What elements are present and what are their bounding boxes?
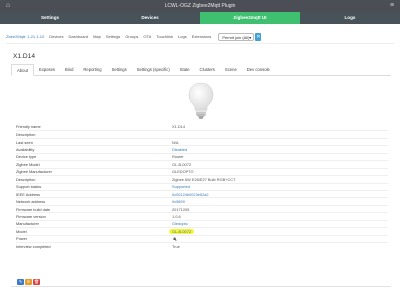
property-key: Firmware build date: [16, 206, 51, 212]
remove-button[interactable]: 🗑: [33, 279, 40, 285]
z2m-toolbar: Zbee2Mqtt: 1.21.1-10 Devices Dashboard M…: [6, 30, 394, 44]
window-titlebar: ⌂ LCWL-OGZ Zigbee2Mqtt Plugin ≡: [0, 0, 400, 12]
chevron-down-icon: ▾: [249, 34, 252, 40]
property-value: GLEDOPTO: [172, 169, 194, 175]
edit-button[interactable]: ✎: [17, 279, 24, 285]
tab-settings[interactable]: Settings: [107, 64, 132, 75]
property-key: Last seen: [16, 139, 33, 145]
property-key: Interview completed: [16, 243, 51, 249]
property-key: Power: [16, 236, 28, 242]
toolbar-link-logs[interactable]: Logs: [178, 34, 187, 39]
permit-join-select-value: Permit join (All): [222, 34, 250, 40]
property-value: 20171205: [172, 206, 190, 212]
z2m-brand-link[interactable]: Zbee2Mqtt: 1.21.1-10: [6, 34, 44, 39]
device-properties-table: Friendly name X1.D14 Description Last se…: [16, 123, 388, 249]
property-value: True: [172, 243, 180, 249]
property-row: Network address 0x5899: [16, 197, 388, 204]
window-title: LCWL-OGZ Zigbee2Mqtt Plugin: [164, 3, 236, 9]
device-actions: ✎ ⟳ 🗑: [17, 279, 40, 285]
property-row: Device type Router: [16, 152, 388, 160]
property-row: Zigbee Model GL-B-007Z: [16, 160, 388, 167]
toolbar-link-ota[interactable]: OTA: [143, 34, 151, 39]
toolbar-link-devices[interactable]: Devices: [49, 34, 63, 39]
toolbar-link-dashboard[interactable]: Dashboard: [68, 34, 88, 39]
toolbar-link-extensions[interactable]: Extensions: [192, 34, 212, 39]
property-key: Manufacturer: [16, 221, 39, 227]
property-row: Zigbee Manufacturer GLEDOPTO: [16, 167, 388, 175]
property-key: Description: [16, 176, 36, 182]
permit-join-button[interactable]: ✕: [255, 32, 262, 41]
property-row: Manufacturer Gledopto: [16, 219, 388, 227]
support-status-link[interactable]: Supported: [172, 184, 190, 189]
property-row: Friendly name X1.D14: [16, 123, 388, 130]
property-row: Description: [16, 130, 388, 137]
property-value: N/A: [172, 139, 179, 145]
property-row: Last seen N/A: [16, 137, 388, 145]
property-key: Zigbee Manufacturer: [16, 169, 52, 175]
property-key: Availability: [16, 147, 35, 153]
power-plug-icon: 🔌: [172, 236, 177, 242]
toolbar-link-groups[interactable]: Groups: [125, 34, 138, 39]
tab-dev-console[interactable]: Dev console: [242, 64, 275, 75]
property-value: 1.0.6: [172, 213, 181, 219]
property-row: Firmware version 1.0.6: [16, 212, 388, 219]
device-tabs: About Exposes Bind Reporting Settings Se…: [11, 64, 391, 76]
property-key: Friendly name: [16, 124, 41, 130]
property-row: IEEE Address 0x00124b0023e52a2: [16, 189, 388, 197]
property-row: Power 🔌: [16, 234, 388, 242]
tab-scene[interactable]: Scene: [220, 64, 242, 75]
network-address-link[interactable]: 0x5899: [172, 199, 185, 204]
property-key: IEEE Address: [16, 191, 41, 197]
availability-link[interactable]: Disabled: [172, 147, 187, 152]
property-key: Firmware version: [16, 213, 46, 219]
property-key: Device type: [16, 154, 37, 160]
nav-logs[interactable]: Logs: [300, 12, 400, 24]
property-key: Description: [16, 132, 36, 138]
property-row: Availability Disabled: [16, 145, 388, 152]
menu-icon[interactable]: ≡: [388, 2, 396, 10]
property-value: Zigbee 6W E26/E27 Bulb RGB+CCT: [172, 176, 236, 182]
home-icon[interactable]: ⌂: [4, 2, 12, 10]
property-key: Network address: [16, 199, 46, 205]
trash-icon: 🗑: [33, 279, 40, 284]
property-key: Support status: [16, 184, 42, 190]
ieee-address-link[interactable]: 0x00124b0023e52a2: [172, 192, 209, 197]
toolbar-link-settings[interactable]: Settings: [106, 34, 120, 39]
tab-state[interactable]: State: [175, 64, 195, 75]
manufacturer-link[interactable]: Gledopto: [172, 221, 188, 226]
permit-join-select[interactable]: Permit join (All) ▾: [218, 32, 255, 41]
device-title: X1.D14: [13, 53, 35, 60]
property-row: Description Zigbee 6W E26/E27 Bulb RGB+C…: [16, 175, 388, 182]
nav-devices[interactable]: Devices: [100, 12, 200, 24]
property-row: Firmware build date 20171205: [16, 204, 388, 212]
toolbar-link-map[interactable]: Map: [93, 34, 101, 39]
main-nav: Settings Devices Zigbee2mqtt UI Logs: [0, 12, 400, 24]
property-key: Model: [16, 228, 27, 234]
refresh-icon: ⟳: [26, 279, 31, 284]
tab-bind[interactable]: Bind: [60, 64, 78, 75]
divider: [11, 286, 391, 287]
property-row: Support status Supported: [16, 182, 388, 190]
property-value: Router: [172, 154, 184, 160]
tab-about[interactable]: About: [11, 64, 34, 76]
tab-exposes[interactable]: Exposes: [34, 64, 60, 75]
nav-zigbee2mqtt-ui[interactable]: Zigbee2mqtt UI: [200, 12, 300, 24]
tab-clusters[interactable]: Clusters: [195, 64, 220, 75]
property-value: GL-B-007Z: [172, 161, 192, 167]
pencil-icon: ✎: [18, 279, 23, 284]
property-key: Zigbee Model: [16, 161, 40, 167]
property-row: Model GL-B-007Z: [16, 227, 388, 234]
property-value: X1.D14: [172, 124, 185, 130]
tab-settings-specific[interactable]: Settings (specific): [132, 64, 175, 75]
property-row: Interview completed True: [16, 242, 388, 249]
device-image: [188, 82, 214, 119]
toolbar-link-touchlink[interactable]: Touchlink: [156, 34, 173, 39]
reconfigure-button[interactable]: ⟳: [25, 279, 32, 285]
model-link-highlighted[interactable]: GL-B-007Z: [169, 228, 195, 234]
tab-reporting[interactable]: Reporting: [78, 64, 106, 75]
nav-settings[interactable]: Settings: [0, 12, 100, 24]
